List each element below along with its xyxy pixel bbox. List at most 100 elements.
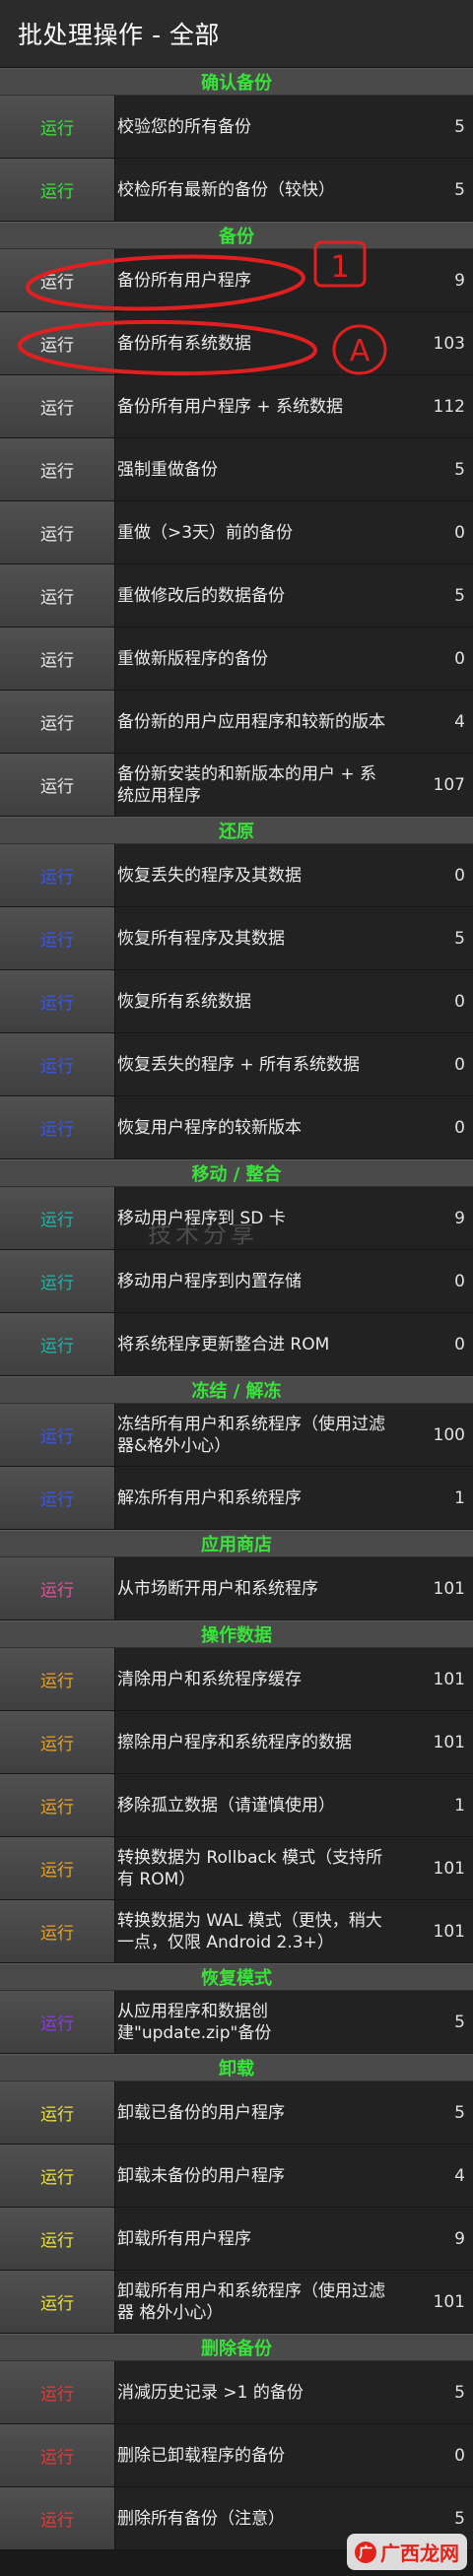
operation-label: 删除已卸载程序的备份 bbox=[117, 2445, 285, 2466]
run-button[interactable]: 运行 bbox=[0, 375, 115, 437]
batch-operation-row: 运行 移动用户程序到内置存储 0 bbox=[0, 1250, 473, 1313]
run-button[interactable]: 运行 bbox=[0, 159, 115, 221]
operation-label: 从市场断开用户和系统程序 bbox=[117, 1578, 318, 1599]
batch-operation-row: 运行 卸载已备份的用户程序 5 bbox=[0, 2081, 473, 2145]
operation-label: 备份所有系统数据 bbox=[117, 333, 251, 354]
operation-label: 备份新安装的和新版本的用户 + 系统应用程序 bbox=[117, 763, 377, 806]
run-button[interactable]: 运行 bbox=[0, 249, 115, 311]
operation-label: 恢复所有程序及其数据 bbox=[117, 928, 285, 949]
run-button[interactable]: 运行 bbox=[0, 438, 115, 500]
run-button[interactable]: 运行 bbox=[0, 1774, 115, 1836]
section-header: 卸载 bbox=[0, 2054, 473, 2081]
app-count: 4 bbox=[454, 711, 465, 732]
app-count: 0 bbox=[454, 1117, 465, 1138]
run-button[interactable]: 运行 bbox=[0, 1648, 115, 1710]
section-header: 恢复模式 bbox=[0, 1963, 473, 1991]
operation-label: 解冻所有用户和系统程序 bbox=[117, 1487, 302, 1508]
batch-operation-row: 运行 清除用户和系统程序缓存 101 bbox=[0, 1648, 473, 1711]
operation-label: 校验您的所有备份 bbox=[117, 116, 251, 137]
batch-operation-row: 运行 恢复丢失的程序 + 所有系统数据 0 bbox=[0, 1033, 473, 1096]
operation-label: 移除孤立数据（请谨慎使用） bbox=[117, 1795, 335, 1816]
run-button[interactable]: 运行 bbox=[0, 1096, 115, 1158]
batch-operation-row: 运行 备份所有用户程序 + 系统数据 112 bbox=[0, 375, 473, 438]
run-button[interactable]: 运行 bbox=[0, 1837, 115, 1899]
run-button[interactable]: 运行 bbox=[0, 96, 115, 158]
batch-operation-row: 运行 从市场断开用户和系统程序 101 bbox=[0, 1557, 473, 1620]
operation-label: 重做（>3天）前的备份 bbox=[117, 522, 294, 543]
run-button[interactable]: 运行 bbox=[0, 2145, 115, 2207]
run-button[interactable]: 运行 bbox=[0, 627, 115, 690]
app-count: 5 bbox=[454, 2102, 465, 2123]
app-count: 0 bbox=[454, 1334, 465, 1354]
app-count: 112 bbox=[433, 396, 465, 417]
run-button[interactable]: 运行 bbox=[0, 691, 115, 753]
app-count: 100 bbox=[433, 1424, 465, 1445]
operation-label: 恢复丢失的程序 + 所有系统数据 bbox=[117, 1054, 361, 1075]
operation-label: 擦除用户程序和系统程序的数据 bbox=[117, 1732, 352, 1752]
app-title: 批处理操作 - 全部 bbox=[0, 0, 473, 68]
run-button[interactable]: 运行 bbox=[0, 1250, 115, 1312]
operation-label: 将系统程序更新整合进 ROM bbox=[117, 1334, 330, 1354]
run-button[interactable]: 运行 bbox=[0, 970, 115, 1032]
app-count: 101 bbox=[433, 1858, 465, 1879]
section-header: 确认备份 bbox=[0, 68, 473, 96]
app-count: 0 bbox=[454, 991, 465, 1012]
batch-operation-row: 运行 强制重做备份 5 bbox=[0, 438, 473, 501]
run-button[interactable]: 运行 bbox=[0, 1404, 115, 1466]
operation-label: 转换数据为 WAL 模式（更快，稍大一点，仅限 Android 2.3+） bbox=[117, 1910, 382, 1952]
batch-operation-row: 运行 删除已卸载程序的备份 0 bbox=[0, 2424, 473, 2487]
batch-operation-row: 运行 卸载所有用户和系统程序（使用过滤器 格外小心） 101 bbox=[0, 2271, 473, 2334]
app-count: 101 bbox=[433, 1669, 465, 1689]
batch-operation-row: 运行 校检所有最新的备份（较快） 5 bbox=[0, 159, 473, 222]
run-button[interactable]: 运行 bbox=[0, 1557, 115, 1619]
batch-operation-row: 运行 恢复所有程序及其数据 5 bbox=[0, 907, 473, 970]
app-count: 107 bbox=[433, 774, 465, 795]
run-button[interactable]: 运行 bbox=[0, 1711, 115, 1773]
site-logo: 广 广西龙网 bbox=[347, 2534, 467, 2570]
app-count: 101 bbox=[433, 2291, 465, 2312]
run-button[interactable]: 运行 bbox=[0, 1467, 115, 1529]
batch-operation-row: 运行 恢复丢失的程序及其数据 0 bbox=[0, 844, 473, 907]
batch-operation-row: 运行 移除孤立数据（请谨慎使用） 1 bbox=[0, 1774, 473, 1837]
watermark: 技术分享 bbox=[148, 1221, 258, 1248]
run-button[interactable]: 运行 bbox=[0, 2424, 115, 2486]
section-header: 操作数据 bbox=[0, 1620, 473, 1648]
batch-operation-row: 运行 备份新的用户应用程序和较新的版本 4 bbox=[0, 691, 473, 754]
app-count: 0 bbox=[454, 522, 465, 543]
batch-operation-row: 运行 解冻所有用户和系统程序 1 bbox=[0, 1467, 473, 1530]
run-button[interactable]: 运行 bbox=[0, 1900, 115, 1962]
run-button[interactable]: 运行 bbox=[0, 312, 115, 374]
app-count: 9 bbox=[454, 270, 465, 291]
batch-operation-row: 运行 消减历史记录 >1 的备份 5 bbox=[0, 2361, 473, 2424]
batch-operations-list: 确认备份 运行 校验您的所有备份 5 运行 校检所有最新的备份（较快） 5 备份 运行 备份所有用… bbox=[0, 68, 473, 2550]
app-count: 4 bbox=[454, 2165, 465, 2186]
run-button[interactable]: 运行 bbox=[0, 1187, 115, 1249]
run-button[interactable]: 运行 bbox=[0, 2208, 115, 2270]
operation-label: 重做新版程序的备份 bbox=[117, 648, 268, 669]
app-count: 5 bbox=[454, 116, 465, 137]
app-count: 5 bbox=[454, 179, 465, 200]
run-button[interactable]: 运行 bbox=[0, 1991, 115, 2053]
section-header: 应用商店 bbox=[0, 1530, 473, 1557]
operation-label: 恢复用户程序的较新版本 bbox=[117, 1117, 302, 1138]
run-button[interactable]: 运行 bbox=[0, 907, 115, 969]
section-header: 备份 bbox=[0, 222, 473, 249]
app-count: 9 bbox=[454, 1208, 465, 1228]
operation-label: 转换数据为 Rollback 模式（支持所有 ROM） bbox=[117, 1847, 383, 1889]
run-button[interactable]: 运行 bbox=[0, 1313, 115, 1375]
run-button[interactable]: 运行 bbox=[0, 501, 115, 563]
app-count: 1 bbox=[454, 1487, 465, 1508]
run-button[interactable]: 运行 bbox=[0, 564, 115, 627]
batch-operation-row: 运行 重做（>3天）前的备份 0 bbox=[0, 501, 473, 564]
run-button[interactable]: 运行 bbox=[0, 2487, 115, 2549]
batch-operation-row: 运行 从应用程序和数据创建"update.zip"备份 5 bbox=[0, 1991, 473, 2054]
run-button[interactable]: 运行 bbox=[0, 1033, 115, 1095]
app-count: 0 bbox=[454, 648, 465, 669]
run-button[interactable]: 运行 bbox=[0, 2361, 115, 2423]
batch-operation-row: 运行 擦除用户程序和系统程序的数据 101 bbox=[0, 1711, 473, 1774]
run-button[interactable]: 运行 bbox=[0, 2271, 115, 2333]
run-button[interactable]: 运行 bbox=[0, 844, 115, 906]
run-button[interactable]: 运行 bbox=[0, 754, 115, 816]
run-button[interactable]: 运行 bbox=[0, 2081, 115, 2144]
app-count: 9 bbox=[454, 2228, 465, 2249]
